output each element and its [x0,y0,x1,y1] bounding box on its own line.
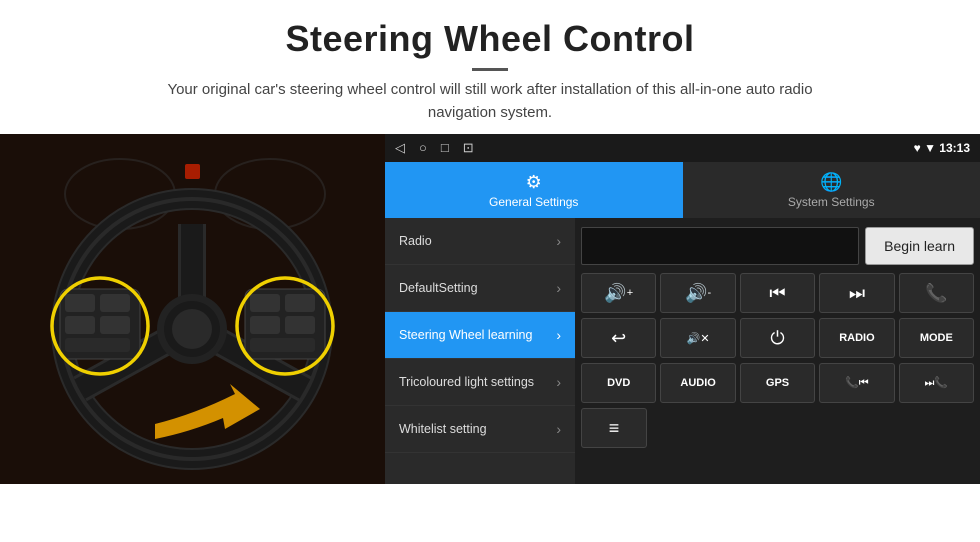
status-bar-nav: ◁ ○ □ ⊡ [395,140,474,156]
menu-item-whitelist[interactable]: Whitelist setting › [385,406,575,453]
control-row-2: ↩ 🔊✕ ⏻ RADIO MODE [581,318,974,358]
power-button[interactable]: ⏻ [740,318,815,358]
chevron-icon: › [556,327,561,343]
android-ui: ◁ ○ □ ⊡ ♥ ▼ 13:13 ⚙ General Settings 🌐 S… [385,134,980,484]
back-icon[interactable]: ◁ [395,140,405,156]
status-bar: ◁ ○ □ ⊡ ♥ ▼ 13:13 [385,134,980,162]
control-row-1: 🔊+ 🔊- ⏮ ⏭ 📞 [581,273,974,313]
dvd-button[interactable]: DVD [581,363,656,403]
mode-button[interactable]: MODE [899,318,974,358]
menu-item-default[interactable]: DefaultSetting › [385,265,575,312]
begin-learn-button[interactable]: Begin learn [865,227,974,265]
control-row-3: DVD AUDIO GPS 📞⏮ ⏭📞 [581,363,974,403]
page-subtitle: Your original car's steering wheel contr… [150,79,830,124]
phone-button[interactable]: 📞 [899,273,974,313]
recents-icon[interactable]: □ [441,140,449,156]
system-settings-icon: 🌐 [820,172,842,193]
menu-item-whitelist-label: Whitelist setting [399,422,487,437]
menu-item-radio[interactable]: Radio › [385,218,575,265]
general-settings-icon: ⚙ [526,172,542,193]
chevron-icon: › [556,374,561,390]
content-area: Radio › DefaultSetting › Steering Wheel … [385,218,980,484]
home-icon[interactable]: ○ [419,140,427,156]
tab-general-label: General Settings [489,195,578,209]
tab-bar: ⚙ General Settings 🌐 System Settings [385,162,980,218]
gps-button[interactable]: GPS [740,363,815,403]
learn-display [581,227,859,265]
tab-system[interactable]: 🌐 System Settings [683,162,980,218]
main-content: ◁ ○ □ ⊡ ♥ ▼ 13:13 ⚙ General Settings 🌐 S… [0,134,980,484]
phone-next-button[interactable]: ⏭📞 [899,363,974,403]
menu-item-default-label: DefaultSetting [399,281,478,296]
right-panel: Begin learn 🔊+ 🔊- ⏮ ⏭ 📞 ↩ 🔊✕ ⏻ RADIO MOD [575,218,980,484]
menu-icon[interactable]: ⊡ [463,140,474,156]
tab-system-label: System Settings [788,195,875,209]
menu-item-tricoloured[interactable]: Tricoloured light settings › [385,359,575,406]
signal-icon: ♥ ▼ [914,141,940,155]
car-image-bg [0,134,385,484]
control-row-4: ≡ [581,408,974,448]
clock: 13:13 [939,141,970,155]
left-menu: Radio › DefaultSetting › Steering Wheel … [385,218,575,484]
page-header: Steering Wheel Control Your original car… [0,0,980,134]
menu-item-tricoloured-label: Tricoloured light settings [399,375,534,390]
menu-item-steering[interactable]: Steering Wheel learning › [385,312,575,359]
chevron-icon: › [556,280,561,296]
status-time: ♥ ▼ 13:13 [914,141,970,155]
volume-up-button[interactable]: 🔊+ [581,273,656,313]
chevron-icon: › [556,233,561,249]
page-divider [472,68,508,71]
chevron-icon: › [556,421,561,437]
next-track-button[interactable]: ⏭ [819,273,894,313]
mute-button[interactable]: 🔊✕ [660,318,735,358]
tab-general[interactable]: ⚙ General Settings [385,162,683,218]
car-image-section [0,134,385,484]
radio-button[interactable]: RADIO [819,318,894,358]
answer-button[interactable]: ↩ [581,318,656,358]
menu-list-button[interactable]: ≡ [581,408,647,448]
menu-item-steering-label: Steering Wheel learning [399,328,532,343]
audio-button[interactable]: AUDIO [660,363,735,403]
volume-down-button[interactable]: 🔊- [660,273,735,313]
prev-track-button[interactable]: ⏮ [740,273,815,313]
phone-prev-button[interactable]: 📞⏮ [819,363,894,403]
begin-learn-row: Begin learn [581,224,974,268]
steering-wheel-svg [0,134,385,484]
page-title: Steering Wheel Control [20,18,960,60]
menu-item-radio-label: Radio [399,234,432,249]
